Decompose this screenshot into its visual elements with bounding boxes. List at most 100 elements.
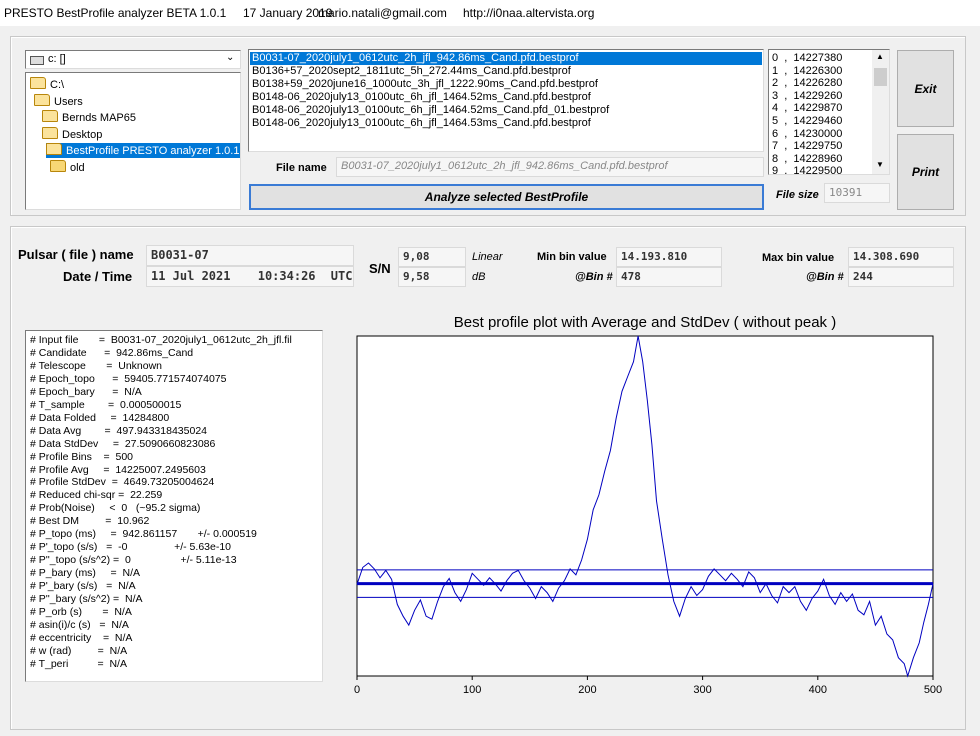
x-tick-label: 0 bbox=[354, 684, 360, 696]
file-list-item[interactable]: B0138+59_2020june16_1000utc_3h_jfl_1222.… bbox=[250, 78, 762, 91]
info-line: # Data Folded = 14284800 bbox=[30, 411, 170, 424]
x-tick-label: 200 bbox=[578, 684, 596, 696]
info-line: # Data StdDev = 27.5090660823086 bbox=[30, 437, 216, 450]
folder-item[interactable]: Users bbox=[34, 93, 87, 109]
exit-button[interactable]: Exit bbox=[897, 50, 954, 127]
file-list-item[interactable]: B0136+57_2020sept2_1811utc_5h_272.44ms_C… bbox=[250, 65, 762, 78]
title-bar: PRESTO BestProfile analyzer BETA 1.0.1 1… bbox=[0, 0, 980, 26]
folder-label: C:\ bbox=[50, 79, 65, 91]
info-line: # w (rad) = N/A bbox=[30, 644, 128, 657]
folder-item[interactable]: Desktop bbox=[42, 126, 106, 142]
chart-title: Best profile plot with Average and StdDe… bbox=[454, 314, 836, 331]
bin-list-item[interactable]: 4 , 14229870 bbox=[772, 102, 842, 115]
bin-list-item[interactable]: 8 , 14228960 bbox=[772, 153, 842, 166]
x-tick-label: 400 bbox=[809, 684, 827, 696]
file-list-item[interactable]: B0148-06_2020july13_0100utc_6h_jfl_1464.… bbox=[250, 104, 762, 117]
scroll-up-icon[interactable]: ▲ bbox=[876, 52, 884, 61]
bin-list-scrollbar[interactable]: ▲ ▼ bbox=[872, 50, 889, 174]
min-bin-label: Min bin value bbox=[537, 251, 607, 263]
info-line: # Epoch_bary = N/A bbox=[30, 385, 142, 398]
observation-date: 11 Jul 2021 bbox=[151, 269, 231, 283]
profile-chart: Best profile plot with Average and StdDe… bbox=[330, 310, 960, 730]
folder-label: Users bbox=[54, 95, 83, 108]
folder-icon bbox=[50, 159, 66, 172]
info-line: # T_peri = N/A bbox=[30, 657, 127, 670]
folder-label: Bernds MAP65 bbox=[62, 112, 136, 124]
bin-value-list: 0 , 14227380 1 , 14226300 2 , 14226280 3 , … bbox=[768, 49, 890, 175]
info-line: # P_orb (s) = N/A bbox=[30, 605, 132, 618]
scroll-down-icon[interactable]: ▼ bbox=[876, 160, 884, 169]
bin-list-item[interactable]: 0 , 14227380 bbox=[772, 52, 842, 65]
folder-item[interactable]: old bbox=[50, 159, 89, 175]
drive-icon bbox=[30, 56, 44, 65]
info-line: # Profile Bins = 500 bbox=[30, 450, 134, 463]
file-list-item[interactable]: B0148-06_2020july13_0100utc_6h_jfl_1464.… bbox=[250, 91, 762, 104]
app-title: PRESTO BestProfile analyzer BETA 1.0.1 bbox=[4, 6, 227, 20]
bin-list-item[interactable]: 2 , 14226280 bbox=[772, 77, 842, 90]
date-time-field: 11 Jul 2021 10:34:26 UTC bbox=[146, 266, 354, 287]
info-line: # P'_bary (s/s) = N/A bbox=[30, 580, 136, 593]
info-line: # Reduced chi-sqr = 22.259 bbox=[30, 489, 163, 502]
sn-db-field: 9,58 bbox=[398, 267, 466, 287]
bin-list-item[interactable]: 5 , 14229460 bbox=[772, 115, 842, 128]
info-line: # Input file = B0031-07_2020july1_0612ut… bbox=[30, 334, 292, 346]
sn-linear-label: Linear bbox=[472, 251, 503, 263]
info-line: # Best DM = 10.962 bbox=[30, 515, 150, 528]
x-tick-label: 100 bbox=[463, 684, 481, 696]
info-line: # Profile Avg = 14225007.2495603 bbox=[30, 463, 206, 476]
scrollbar-thumb[interactable] bbox=[874, 68, 887, 86]
file-size-field: 10391 bbox=[824, 183, 890, 203]
max-bin-value-field: 14.308.690 bbox=[848, 247, 954, 267]
folder-icon bbox=[42, 110, 58, 122]
folder-label: BestProfile PRESTO analyzer 1.0.1.e bbox=[66, 145, 241, 157]
info-line: # P_topo (ms) = 942.861157 +/- 0.000519 bbox=[30, 528, 257, 541]
chevron-down-icon[interactable]: ⌄ bbox=[226, 52, 234, 63]
info-line: # Epoch_topo = 59405.771574074075 bbox=[30, 372, 227, 385]
info-line: # P_bary (ms) = N/A bbox=[30, 567, 140, 580]
author-email: mario.natali@gmail.com bbox=[318, 6, 447, 20]
info-line: # P''_topo (s/s^2) = 0 +/- 5.11e-13 bbox=[30, 554, 237, 567]
pulsar-name-field: B0031-07 bbox=[146, 245, 354, 266]
print-button[interactable]: Print bbox=[897, 134, 954, 210]
info-line: # P''_bary (s/s^2) = N/A bbox=[30, 593, 143, 605]
folder-item[interactable]: C:\ bbox=[30, 77, 68, 92]
info-line: # Candidate = 942.86ms_Cand bbox=[30, 346, 194, 359]
max-bin-index-field: 244 bbox=[848, 267, 954, 287]
profile-info-box[interactable]: # Input file = B0031-07_2020july1_0612ut… bbox=[25, 330, 323, 682]
folder-item[interactable]: Bernds MAP65 bbox=[42, 110, 140, 125]
folder-label: old bbox=[70, 161, 85, 174]
file-name-label: File name bbox=[276, 162, 327, 174]
folder-item[interactable]: BestProfile PRESTO analyzer 1.0.1.e bbox=[46, 143, 240, 158]
sn-db-label: dB bbox=[472, 271, 486, 283]
file-list-item[interactable]: B0148-06_2020july13_0100utc_6h_jfl_1464.… bbox=[250, 117, 762, 130]
info-line: # Data Avg = 497.943318435024 bbox=[30, 424, 207, 437]
author-url: http://i0naa.altervista.org bbox=[463, 6, 595, 20]
info-line: # P'_topo (s/s) = -0 +/- 5.63e-10 bbox=[30, 541, 232, 554]
pulsar-name-label: Pulsar ( file ) name bbox=[18, 247, 134, 262]
info-line: # asin(i)/c (s) = N/A bbox=[30, 618, 129, 631]
x-tick-label: 300 bbox=[693, 684, 711, 696]
info-line: # Telescope = Unknown bbox=[30, 359, 163, 372]
folder-icon bbox=[30, 77, 46, 89]
file-list-item[interactable]: B0031-07_2020july1_0612utc_2h_jfl_942.86… bbox=[250, 52, 762, 65]
info-line: # Prob(Noise) < 0 (~95.2 sigma) bbox=[30, 502, 201, 515]
min-bin-at-label: @Bin # bbox=[575, 271, 613, 283]
folder-icon bbox=[46, 143, 62, 155]
observation-time: 10:34:26 bbox=[257, 269, 316, 283]
drive-value: c: [] bbox=[48, 53, 66, 65]
bin-list-item[interactable]: 1 , 14226300 bbox=[772, 65, 842, 78]
file-size-label: File size bbox=[776, 189, 819, 201]
max-bin-at-label: @Bin # bbox=[806, 271, 844, 283]
bin-list-item[interactable]: 7 , 14229750 bbox=[772, 140, 842, 153]
analyze-button[interactable]: Analyze selected BestProfile bbox=[249, 184, 764, 210]
profile-plot-svg: Best profile plot with Average and StdDe… bbox=[354, 314, 942, 696]
bin-list-item[interactable]: 9 , 14229500 bbox=[772, 165, 842, 174]
drive-combo[interactable]: c: [] ⌄ bbox=[25, 50, 241, 69]
observation-tz: UTC bbox=[330, 269, 353, 283]
bin-list-item[interactable]: 3 , 14229260 bbox=[772, 90, 842, 103]
file-name-field: B0031-07_2020july1_0612utc_2h_jfl_942.86… bbox=[336, 157, 764, 177]
info-line: # Profile StdDev = 4649.73205004624 bbox=[30, 476, 215, 489]
bin-list-item[interactable]: 6 , 14230000 bbox=[772, 128, 842, 141]
sn-label: S/N bbox=[369, 261, 391, 276]
info-line: # T_sample = 0.000500015 bbox=[30, 398, 182, 411]
